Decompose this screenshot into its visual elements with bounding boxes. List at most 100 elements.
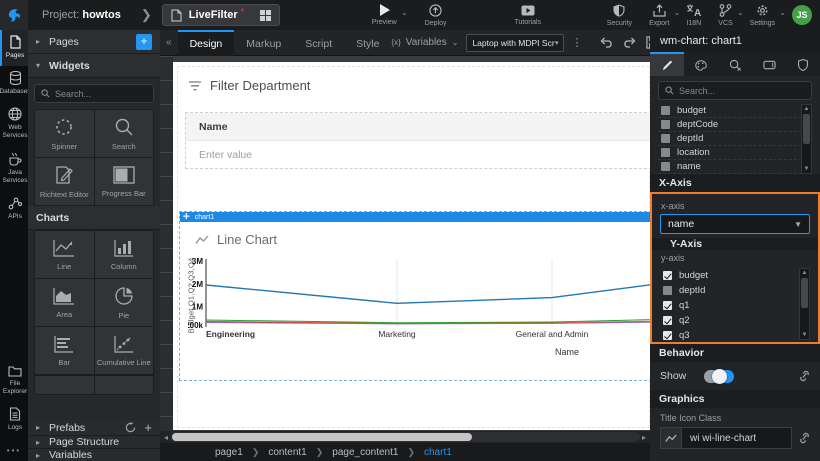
checkbox[interactable]	[663, 286, 672, 295]
checkbox[interactable]	[661, 134, 670, 143]
add-prefab-icon[interactable]: +	[144, 420, 152, 435]
x-axis-select[interactable]: name ▼	[660, 214, 810, 234]
property-search-input[interactable]: Search...	[658, 81, 812, 100]
add-page-button[interactable]: +	[136, 34, 152, 50]
checkbox[interactable]	[661, 120, 670, 129]
widget-progress-bar[interactable]: Progress Bar	[95, 158, 154, 205]
rail-item-java-services[interactable]: Java Services	[0, 147, 28, 191]
vcs-button[interactable]: VCS ⌄	[718, 4, 732, 27]
page-grid-icon[interactable]	[260, 10, 271, 21]
field-row-name[interactable]: name	[658, 160, 812, 174]
rail-more-icon[interactable]: •••	[0, 438, 28, 461]
scroll-up-icon[interactable]: ▲	[802, 269, 808, 277]
tab-security[interactable]	[786, 52, 820, 76]
chart-widget-area[interactable]: Area	[35, 279, 94, 326]
checkbox[interactable]	[661, 148, 670, 157]
widget-search[interactable]: Search	[95, 110, 154, 157]
page-structure-accordion[interactable]: ▸ Page Structure	[28, 436, 160, 449]
widget-spinner[interactable]: Spinner	[35, 110, 94, 157]
field-row-deptcode[interactable]: deptCode	[658, 118, 812, 132]
refresh-icon[interactable]	[125, 422, 136, 433]
chart-widget-donut-partial[interactable]	[35, 376, 94, 395]
tab-markup[interactable]: Markup	[234, 30, 293, 56]
field-row-location[interactable]: location	[658, 146, 812, 160]
i18n-button[interactable]: A I18N	[686, 4, 701, 27]
scroll-down-icon[interactable]: ▼	[804, 165, 810, 173]
breadcrumb-chart1[interactable]: chart1	[424, 447, 452, 458]
canvas-page[interactable]: Filter Department Name Enter value ✛ cha…	[173, 62, 650, 430]
livefilter-form[interactable]: Name Enter value	[185, 112, 650, 169]
scroll-up-icon[interactable]: ▲	[804, 105, 810, 113]
scroll-down-icon[interactable]: ▼	[802, 331, 808, 339]
chart-widget-line[interactable]: Line	[35, 231, 94, 278]
chevron-down-icon[interactable]: ⌄	[401, 8, 408, 17]
chevron-down-icon[interactable]: ⌄	[737, 8, 744, 17]
chart-widget-pie[interactable]: Pie	[95, 279, 154, 326]
tab-script[interactable]: Script	[293, 30, 344, 56]
widgets-accordion[interactable]: ▾ Widgets	[28, 54, 160, 78]
collapse-left-icon[interactable]: «	[160, 37, 178, 48]
device-select[interactable]: Laptop with MDPI Screen ▾	[466, 34, 564, 52]
title-icon-class-input[interactable]: wi wi-line-chart	[682, 427, 792, 449]
rail-item-logs[interactable]: Logs	[0, 402, 28, 438]
bind-icon[interactable]	[799, 432, 810, 444]
y-option-q2[interactable]: q2	[660, 313, 810, 328]
tab-devices[interactable]	[752, 52, 786, 76]
tab-styles[interactable]	[684, 52, 718, 76]
filter-panel-heading[interactable]: Filter Department	[189, 78, 310, 93]
field-row-deptid[interactable]: deptId	[658, 132, 812, 146]
undo-icon[interactable]	[600, 37, 613, 48]
redo-icon[interactable]	[623, 37, 636, 48]
tab-properties[interactable]	[650, 52, 684, 76]
tab-events[interactable]	[718, 52, 752, 76]
scrollbar-track[interactable]	[170, 432, 640, 442]
rail-item-apis[interactable]: APIs	[0, 191, 28, 227]
canvas-horizontal-scrollbar[interactable]: ◂ ▸	[160, 431, 650, 443]
checkbox[interactable]	[663, 331, 672, 340]
export-button[interactable]: Export ⌄	[649, 4, 669, 27]
chevron-down-icon[interactable]: ⌄	[779, 8, 786, 17]
rail-item-web-services[interactable]: Web Services	[0, 102, 28, 146]
show-toggle[interactable]	[704, 370, 734, 383]
wavemaker-logo[interactable]	[0, 0, 28, 30]
widget-selection-bar[interactable]: ✛ chart1	[180, 212, 650, 222]
field-row-budget[interactable]: budget	[658, 104, 812, 118]
more-options-icon[interactable]: ⋮	[571, 36, 582, 49]
deploy-button[interactable]: Deploy	[425, 4, 447, 27]
form-field-input[interactable]: Enter value	[186, 141, 650, 168]
tutorials-button[interactable]: Tutorials	[514, 5, 541, 26]
tab-design[interactable]: Design	[178, 30, 235, 56]
scrollbar-thumb[interactable]	[803, 114, 810, 144]
tab-style[interactable]: Style	[344, 30, 391, 56]
y-option-q1[interactable]: q1	[660, 298, 810, 313]
chart-widget-bubble-partial[interactable]	[95, 376, 154, 395]
rail-item-file-explorer[interactable]: File Explorer	[0, 360, 28, 402]
y-option-deptid[interactable]: deptId	[660, 283, 810, 298]
prefabs-accordion[interactable]: ▸ Prefabs +	[28, 420, 160, 436]
preview-button[interactable]: Preview ⌄	[372, 4, 397, 26]
security-button[interactable]: Security	[607, 4, 632, 27]
field-list-scrollbar[interactable]: ▲▼	[801, 104, 812, 174]
checkbox[interactable]	[661, 106, 670, 115]
widget-search-input[interactable]: Search...	[34, 84, 154, 103]
rail-item-pages[interactable]: Pages	[0, 30, 28, 66]
chart-widget-cumulative-line[interactable]: Cumulative Line	[95, 327, 154, 374]
settings-button[interactable]: Settings ⌄	[750, 4, 775, 27]
chart-widget-column[interactable]: Column	[95, 231, 154, 278]
pages-accordion[interactable]: ▸ Pages +	[28, 30, 160, 54]
bind-icon[interactable]	[799, 370, 810, 382]
breadcrumb-page1[interactable]: page1	[215, 447, 243, 458]
scroll-right-icon[interactable]: ▸	[640, 433, 648, 442]
variables-accordion[interactable]: ▸ Variables	[28, 449, 160, 461]
move-icon[interactable]: ✛	[183, 213, 190, 221]
scroll-left-icon[interactable]: ◂	[162, 433, 170, 442]
variables-menu[interactable]: {x} Variables ⌄	[391, 37, 458, 48]
breadcrumb-content1[interactable]: content1	[268, 447, 306, 458]
checkbox[interactable]	[663, 316, 672, 325]
current-page-selector[interactable]: LiveFilter *	[162, 4, 280, 26]
rail-item-databases[interactable]: Databases	[0, 66, 28, 102]
widget-richtext-editor[interactable]: Richtext Editor	[35, 158, 94, 205]
chevron-down-icon[interactable]: ⌄	[674, 8, 681, 17]
checkbox[interactable]	[663, 301, 672, 310]
checkbox[interactable]	[661, 162, 670, 171]
